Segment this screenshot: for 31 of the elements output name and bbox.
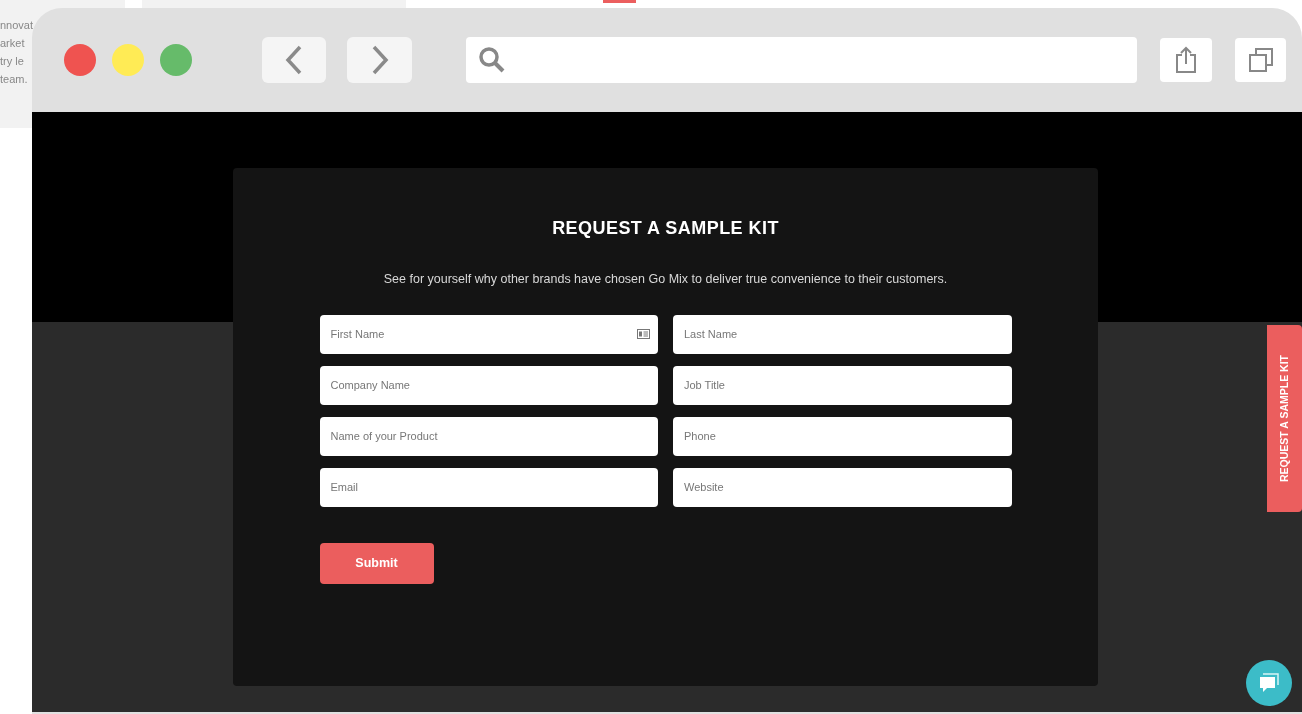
submit-button[interactable]: Submit	[319, 542, 434, 584]
tabs-button[interactable]	[1235, 38, 1286, 82]
input-field[interactable]: Last Name	[673, 314, 1012, 354]
input-field[interactable]: Phone	[673, 416, 1012, 456]
background-text: nnovat	[0, 18, 34, 33]
button-fragment	[603, 0, 636, 3]
chat-icon	[1257, 671, 1281, 695]
input-field[interactable]: First Name	[319, 314, 658, 354]
back-icon	[285, 45, 303, 75]
form-title: REQUEST A SAMPLE KIT	[552, 217, 779, 240]
search-icon	[478, 46, 506, 74]
input-field[interactable]: Company Name	[319, 365, 658, 405]
input-field[interactable]: Job Title	[673, 365, 1012, 405]
close-window-button[interactable]	[64, 44, 96, 76]
forward-button[interactable]	[347, 37, 412, 83]
input-field[interactable]: Website	[673, 467, 1012, 507]
background-text: try le	[0, 54, 24, 69]
input-field[interactable]: Name of your Product	[319, 416, 658, 456]
forward-icon	[370, 45, 389, 75]
side-tab[interactable]: REQUEST A SAMPLE KIT	[1267, 325, 1302, 512]
chat-button[interactable]	[1246, 660, 1292, 706]
tabs-icon	[1247, 47, 1274, 73]
back-button[interactable]	[262, 37, 326, 83]
maximize-window-button[interactable]	[160, 44, 192, 76]
background-text: arket	[0, 36, 25, 51]
form-subtitle: See for yourself why other brands have chosen Go Mix to deliver true convenience to their customers.	[383, 271, 948, 288]
input-field[interactable]: Email	[319, 467, 658, 507]
background-text: team.	[0, 72, 28, 87]
contact-card-icon[interactable]	[637, 328, 650, 339]
share-button[interactable]	[1160, 38, 1212, 82]
share-icon	[1174, 46, 1198, 74]
